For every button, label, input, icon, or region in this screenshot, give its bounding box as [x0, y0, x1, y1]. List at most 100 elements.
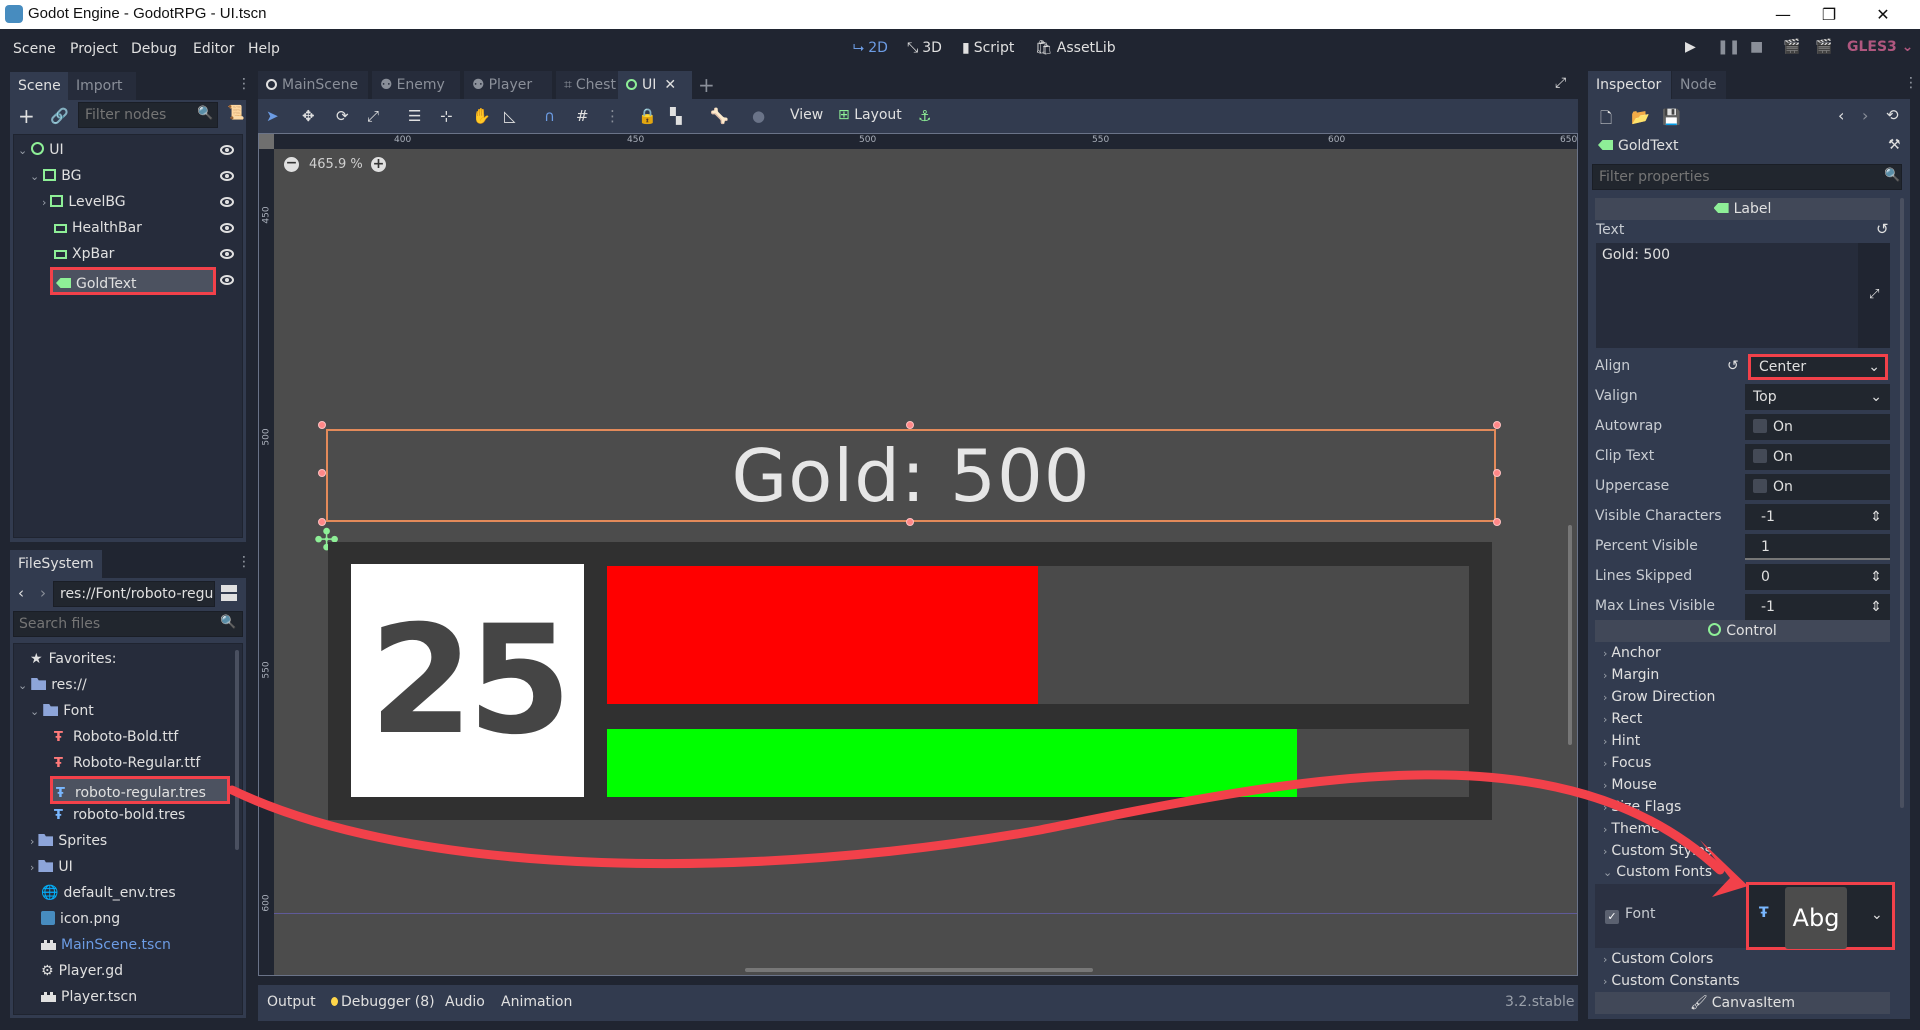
valign-dropdown[interactable]: Top ⌄ — [1745, 384, 1890, 410]
group-rect[interactable]: › Rect — [1603, 708, 1642, 730]
resize-handle[interactable] — [906, 518, 914, 526]
camera-override-icon[interactable]: ● — [752, 107, 765, 125]
revert-icon[interactable]: ↺ — [1727, 358, 1739, 374]
distraction-free-icon[interactable]: ⤢ — [1555, 75, 1566, 91]
expand-text-icon[interactable]: ⤢ — [1869, 287, 1879, 302]
visibility-eye-icon[interactable] — [220, 275, 234, 285]
resize-handle[interactable] — [1493, 421, 1501, 429]
pivot-tool-icon[interactable]: ⊹ — [440, 107, 453, 125]
file-item[interactable]: ⚙ Player.gd — [41, 959, 123, 983]
lock-icon[interactable]: 🔒 — [638, 107, 657, 125]
search-files-input[interactable] — [13, 611, 243, 637]
file-item[interactable]: Ŧ Roboto-Regular.ttf — [54, 751, 200, 775]
tab-output[interactable]: Output — [267, 994, 316, 1010]
rotate-tool-icon[interactable]: ⟳ — [336, 107, 349, 125]
zoom-in-button[interactable]: + — [371, 157, 386, 172]
viewport-hscrollbar[interactable] — [745, 968, 1093, 972]
clip-text-checkbox[interactable]: On — [1745, 444, 1890, 470]
menu-scene[interactable]: Scene — [13, 41, 56, 57]
tree-node-healthbar[interactable]: HealthBar — [54, 216, 142, 240]
tab-import[interactable]: Import — [68, 72, 136, 100]
renderer-dropdown[interactable]: GLES3 ⌄ — [1847, 39, 1913, 55]
zoom-out-button[interactable]: − — [284, 156, 299, 172]
file-item[interactable]: icon.png — [41, 907, 120, 931]
group-theme[interactable]: › Theme — [1603, 818, 1660, 840]
view-menu[interactable]: View — [790, 107, 823, 123]
text-value-textarea[interactable]: Gold: 500 — [1596, 243, 1858, 348]
tab-debugger[interactable]: Debugger (8) — [331, 994, 435, 1010]
scene-tab-mainscene[interactable]: MainScene — [258, 71, 368, 99]
group-margin[interactable]: › Margin — [1603, 664, 1659, 686]
visibility-eye-icon[interactable] — [220, 171, 234, 181]
minimize-button[interactable]: — — [1760, 0, 1806, 29]
dock-menu-icon[interactable]: ⋮ — [237, 76, 251, 92]
workspace-script-button[interactable]: ▮ Script — [962, 40, 1014, 56]
menu-project[interactable]: Project — [70, 41, 118, 57]
group-focus[interactable]: › Focus — [1603, 752, 1651, 774]
resize-handle[interactable] — [906, 421, 914, 429]
uppercase-checkbox[interactable]: On — [1745, 474, 1890, 500]
workspace-3d-button[interactable]: ⤡ 3D — [907, 40, 942, 56]
visibility-eye-icon[interactable] — [220, 249, 234, 259]
new-scene-tab-icon[interactable]: + — [698, 73, 715, 97]
tab-audio[interactable]: Audio — [445, 994, 485, 1010]
tree-node-ui[interactable]: ⌄ UI — [18, 138, 64, 162]
tab-animation[interactable]: Animation — [501, 994, 572, 1010]
history-back-icon[interactable]: ‹ — [1838, 106, 1844, 125]
menu-editor[interactable]: Editor — [193, 41, 234, 57]
resize-handle[interactable] — [318, 469, 326, 477]
file-item[interactable]: Player.tscn — [41, 985, 137, 1009]
new-resource-icon[interactable]: 🗋 — [1600, 108, 1612, 133]
maximize-button[interactable]: ❐ — [1806, 0, 1852, 29]
tree-node-goldtext[interactable]: GoldText — [50, 267, 216, 295]
resize-handle[interactable] — [1493, 469, 1501, 477]
font-resource-picker[interactable]: Ŧ Abg ⌄ — [1746, 882, 1895, 950]
file-item[interactable]: ⌄ Font — [30, 699, 94, 723]
history-icon[interactable]: ⟲ — [1886, 106, 1899, 124]
file-item[interactable]: 🌐 default_env.tres — [41, 881, 176, 905]
file-item[interactable]: › UI — [30, 855, 73, 879]
autowrap-checkbox[interactable]: On — [1745, 414, 1890, 440]
play-scene-icon[interactable]: 🎬 — [1783, 39, 1800, 55]
group-hint[interactable]: › Hint — [1603, 730, 1640, 752]
file-item[interactable]: ⌄ res:// — [18, 673, 87, 697]
tab-scene[interactable]: Scene — [10, 72, 69, 100]
visibility-eye-icon[interactable] — [220, 223, 234, 233]
snap-options-icon[interactable]: ⋮ — [605, 107, 620, 125]
group-custom-styles[interactable]: › Custom Styles — [1603, 840, 1712, 862]
viewport-vscrollbar[interactable] — [1568, 525, 1572, 745]
object-properties-icon[interactable]: ⚒ — [1888, 137, 1901, 153]
select-tool-icon[interactable]: ➤ — [266, 107, 279, 125]
max-lines-spinbox[interactable]: -1 ⇕ — [1745, 594, 1890, 620]
dock-menu-icon[interactable]: ⋮ — [1904, 75, 1918, 91]
group-icon[interactable]: ▚ — [670, 107, 682, 125]
tab-filesystem[interactable]: FileSystem — [10, 550, 102, 578]
bone-icon[interactable]: 🦴 — [710, 107, 729, 125]
close-tab-icon[interactable]: ✕ — [664, 77, 676, 93]
anchor-icon[interactable]: ⚓ — [918, 107, 931, 125]
font-override-checkbox[interactable]: ✓ Font — [1605, 906, 1655, 924]
file-item[interactable]: › Sprites — [30, 829, 107, 853]
align-dropdown[interactable]: Center ⌄ — [1748, 354, 1888, 380]
scene-tab-player[interactable]: ⚉ Player — [464, 71, 552, 99]
file-tree-scrollbar[interactable] — [235, 650, 239, 850]
file-item-selected[interactable]: Ŧroboto-regular.tres — [50, 776, 230, 804]
open-resource-icon[interactable]: 📂 — [1631, 108, 1650, 126]
workspace-assetlib-button[interactable]: 🛍 AssetLib — [1035, 40, 1116, 56]
tree-node-levelbg[interactable]: › LevelBG — [42, 190, 126, 214]
visibility-eye-icon[interactable] — [220, 197, 234, 207]
group-custom-fonts[interactable]: ⌄ Custom Fonts — [1603, 861, 1712, 883]
dock-menu-icon[interactable]: ⋮ — [237, 554, 251, 570]
scene-tab-ui[interactable]: UI ✕ — [618, 71, 692, 99]
group-grow-direction[interactable]: › Grow Direction — [1603, 686, 1715, 708]
tab-inspector[interactable]: Inspector — [1588, 71, 1671, 99]
split-view-icon[interactable] — [221, 585, 237, 601]
pause-icon[interactable]: ❚❚ — [1717, 39, 1740, 55]
layout-menu[interactable]: ⊞ Layout — [838, 107, 902, 123]
group-custom-colors[interactable]: › Custom Colors — [1603, 948, 1713, 970]
visible-characters-spinbox[interactable]: -1 ⇕ — [1745, 504, 1890, 530]
back-icon[interactable]: ‹ — [18, 584, 24, 602]
workspace-2d-button[interactable]: ⮡ 2D — [853, 40, 888, 56]
stop-icon[interactable]: ■ — [1750, 39, 1763, 55]
inspector-scrollbar[interactable] — [1900, 198, 1904, 808]
